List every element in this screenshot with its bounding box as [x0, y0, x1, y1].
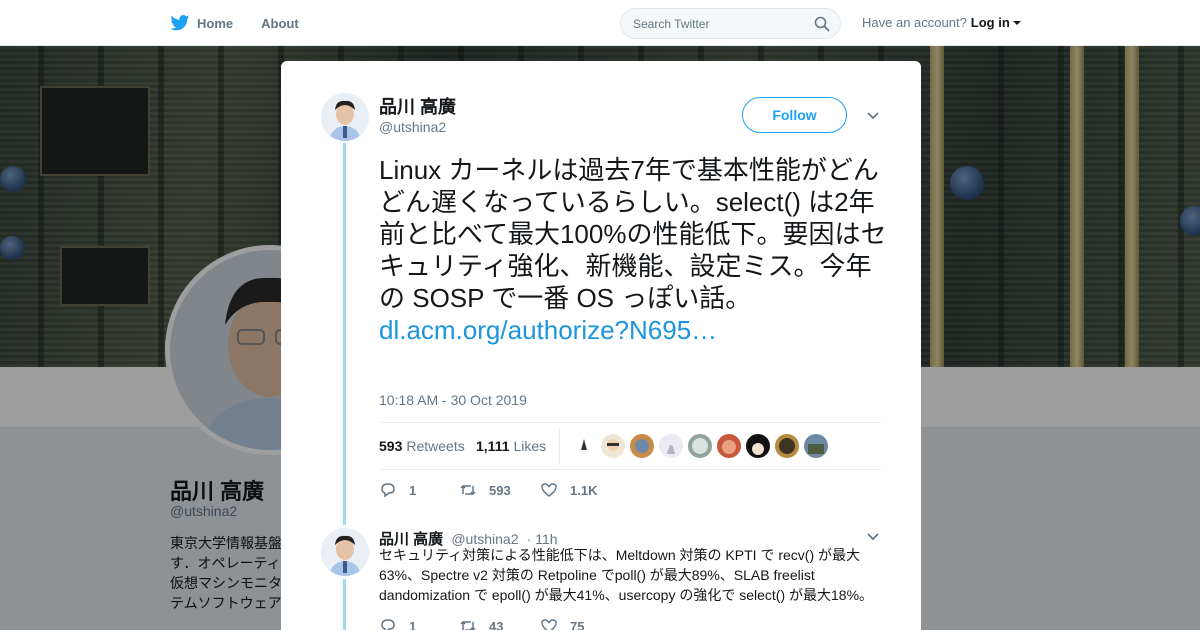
retweets-stat[interactable]: 593 Retweets	[379, 438, 465, 454]
retweet-icon	[460, 620, 476, 630]
search-input[interactable]: Search Twitter	[620, 8, 841, 39]
tweet-stats: 593 Retweets 1,111 Likes	[379, 422, 881, 470]
like-button[interactable]: 75	[540, 617, 584, 630]
twitter-bird-icon	[170, 15, 190, 31]
liker-avatar[interactable]	[572, 434, 596, 458]
nav-home-label: Home	[197, 15, 234, 31]
search-icon[interactable]	[814, 16, 830, 32]
reply-count: 1	[409, 482, 417, 498]
nav-home[interactable]: Home	[170, 15, 233, 31]
reply-icon	[381, 483, 395, 498]
retweet-button[interactable]: 43	[459, 617, 503, 630]
reply-button[interactable]: 1	[379, 617, 416, 630]
tweet-link[interactable]: dl.acm.org/authorize?N695…	[379, 315, 717, 345]
retweet-count: 43	[489, 618, 504, 630]
thread-line	[343, 143, 346, 525]
chevron-down-icon[interactable]	[866, 532, 880, 542]
like-count: 75	[570, 618, 585, 630]
retweets-count: 593	[379, 438, 403, 454]
tweet-timestamp[interactable]: 10:18 AM - 30 Oct 2019	[379, 392, 527, 408]
liker-avatar[interactable]	[601, 434, 625, 458]
tweet-body: Linux カーネルは過去7年で基本性能がどんどん遅くなっているらしい。sele…	[379, 155, 887, 313]
likes-count: 1,111	[476, 438, 510, 454]
thread-line	[343, 579, 346, 630]
retweet-button[interactable]: 593	[459, 481, 511, 499]
author-avatar[interactable]	[321, 93, 369, 141]
liker-avatar[interactable]	[804, 434, 828, 458]
likes-label: Likes	[513, 438, 547, 454]
login-button[interactable]: Log in	[971, 15, 1010, 30]
like-count: 1.1K	[570, 482, 598, 498]
nav-left: Home About	[170, 0, 327, 46]
reply-text: セキュリティ対策による性能低下は、Meltdown 対策の KPTI で rec…	[379, 547, 874, 603]
top-navigation-bar: Home About Search Twitter Have an accoun…	[0, 0, 1200, 46]
retweets-label: Retweets	[406, 438, 465, 454]
stats-divider	[559, 429, 560, 465]
have-account-text: Have an account?	[862, 15, 967, 30]
liker-avatar[interactable]	[746, 434, 770, 458]
reply-author-avatar[interactable]	[321, 528, 369, 576]
reply-icon	[381, 619, 395, 630]
avatar-photo	[321, 528, 369, 576]
nav-about[interactable]: About	[261, 16, 299, 31]
like-icon	[541, 483, 557, 497]
tweet-text: Linux カーネルは過去7年で基本性能がどんどん遅くなっているらしい。sele…	[379, 154, 889, 346]
avatar-photo	[321, 93, 369, 141]
chevron-down-icon[interactable]	[866, 111, 880, 121]
liker-avatar[interactable]	[717, 434, 741, 458]
reply-button[interactable]: 1	[379, 481, 416, 499]
search-placeholder: Search Twitter	[633, 17, 710, 31]
account-area: Have an account? Log in	[862, 15, 1021, 30]
chevron-down-icon[interactable]	[1012, 21, 1021, 25]
liker-avatar[interactable]	[775, 434, 799, 458]
tweet-permalink-modal: 品川 高廣 @utshina2 Follow Linux カーネルは過去7年で基…	[281, 61, 921, 630]
follow-button[interactable]: Follow	[742, 97, 847, 133]
retweet-icon	[460, 484, 476, 496]
like-button[interactable]: 1.1K	[540, 481, 597, 499]
tweet-author-name[interactable]: 品川 高廣	[379, 93, 456, 119]
retweet-count: 593	[489, 482, 511, 498]
liker-avatars	[572, 434, 833, 458]
nav-about-label: About	[261, 15, 299, 31]
liker-avatar[interactable]	[659, 434, 683, 458]
reply-count: 1	[409, 618, 417, 630]
likes-stat[interactable]: 1,111 Likes	[476, 438, 546, 454]
close-icon[interactable]	[1155, 13, 1177, 35]
liker-avatar[interactable]	[630, 434, 654, 458]
liker-avatar[interactable]	[688, 434, 712, 458]
like-icon	[541, 619, 557, 630]
tweet-author-handle[interactable]: @utshina2	[379, 119, 446, 135]
